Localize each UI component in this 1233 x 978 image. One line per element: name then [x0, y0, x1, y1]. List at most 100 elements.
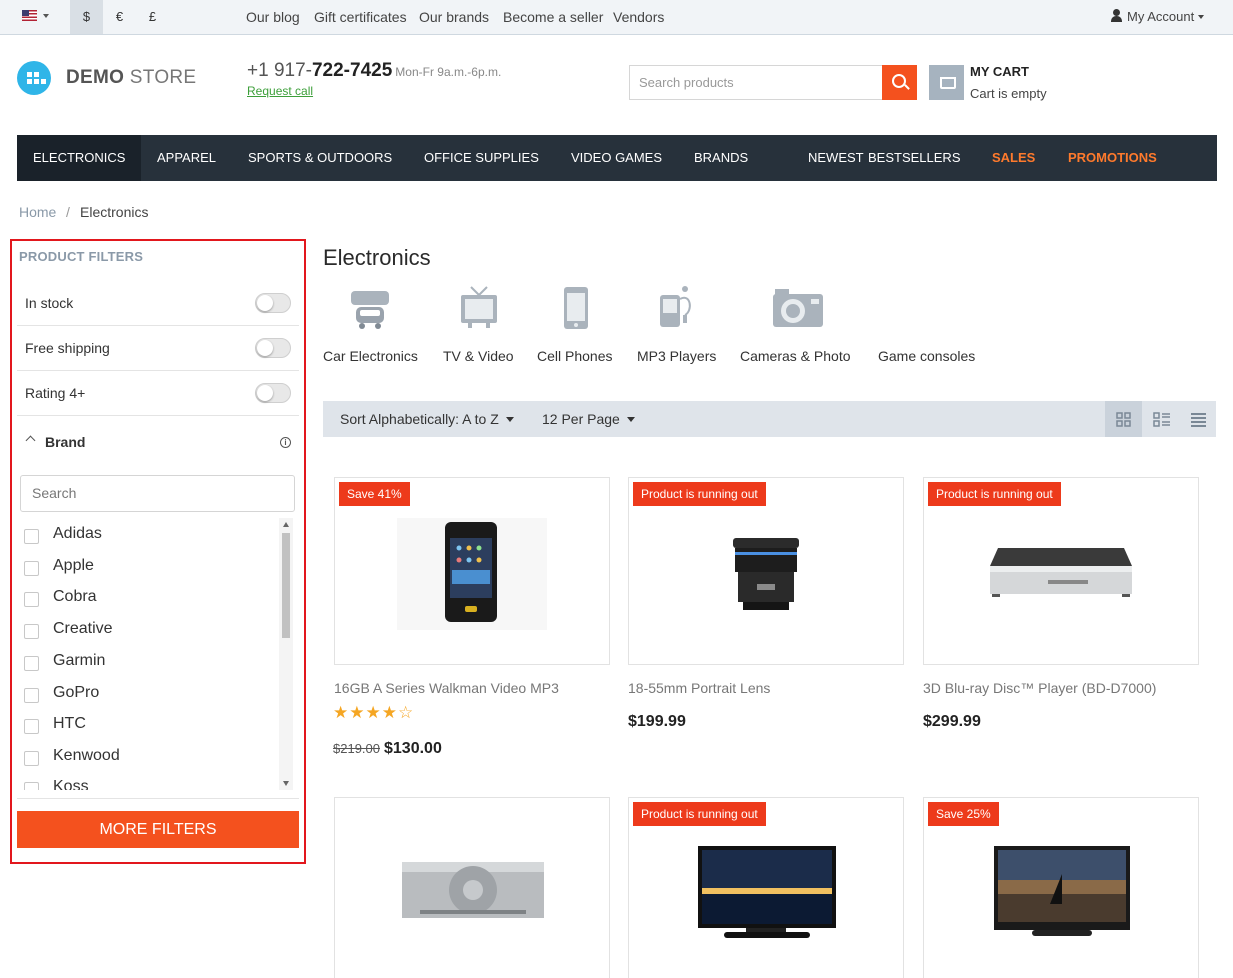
- compact-list-icon: [1191, 413, 1206, 427]
- checkbox[interactable]: [24, 592, 39, 607]
- product-card[interactable]: Save 25%: [923, 797, 1199, 978]
- category-mp3-players[interactable]: [657, 285, 697, 334]
- currency-usd[interactable]: $: [70, 0, 103, 34]
- checkbox[interactable]: [24, 719, 39, 734]
- product-card[interactable]: Product is running out: [628, 797, 904, 978]
- stock-badge: Product is running out: [633, 482, 766, 506]
- old-price: $219.00: [333, 741, 380, 756]
- rating-toggle[interactable]: [255, 383, 291, 403]
- filter-label: Free shipping: [25, 340, 110, 356]
- my-account-menu[interactable]: My Account: [1110, 9, 1205, 24]
- product-card[interactable]: Product is running out: [628, 477, 904, 665]
- category-car-electronics[interactable]: [345, 285, 395, 334]
- brand-search-input[interactable]: Search: [20, 475, 295, 512]
- category-label[interactable]: MP3 Players: [637, 348, 716, 364]
- menu-sales[interactable]: SALES: [976, 135, 1051, 181]
- breadcrumb-home[interactable]: Home: [19, 204, 56, 220]
- user-icon: [1110, 9, 1123, 22]
- category-label[interactable]: Cell Phones: [537, 348, 613, 364]
- menu-apparel[interactable]: APPAREL: [141, 135, 232, 181]
- scroll-up-icon[interactable]: [283, 522, 289, 527]
- product-name[interactable]: 16GB A Series Walkman Video MP3: [334, 680, 559, 696]
- category-cell-phones[interactable]: [562, 285, 590, 334]
- search-button[interactable]: [882, 65, 917, 100]
- product-name[interactable]: 18-55mm Portrait Lens: [628, 680, 770, 696]
- list-view-button[interactable]: [1143, 401, 1180, 437]
- more-filters-button[interactable]: MORE FILTERS: [17, 811, 299, 848]
- brand-filter-header[interactable]: Brand i: [17, 417, 299, 467]
- product-card[interactable]: [334, 797, 610, 978]
- store-logo-icon[interactable]: [17, 61, 51, 95]
- product-image-tv-sunset[interactable]: [992, 844, 1132, 940]
- link-brands[interactable]: Our brands: [419, 9, 489, 25]
- car-electronics-icon: [351, 291, 389, 329]
- cart-title[interactable]: MY CART: [970, 64, 1029, 79]
- rating-stars: ★★★★☆: [333, 703, 415, 722]
- us-flag-icon[interactable]: [22, 10, 37, 21]
- brand-list-scrollbar[interactable]: [279, 518, 293, 790]
- checkbox[interactable]: [24, 688, 39, 703]
- currency-gbp[interactable]: £: [136, 0, 169, 34]
- main-menu: ELECTRONICS APPAREL SPORTS & OUTDOORS OF…: [17, 135, 1217, 181]
- checkbox[interactable]: [24, 751, 39, 766]
- grid-view-icon: [1116, 412, 1131, 427]
- sort-bar: Sort Alphabetically: A to Z 12 Per Page: [323, 401, 1216, 437]
- per-page-dropdown[interactable]: 12 Per Page: [542, 411, 635, 427]
- checkbox[interactable]: [24, 656, 39, 671]
- menu-video-games[interactable]: VIDEO GAMES: [555, 135, 678, 181]
- checkbox[interactable]: [24, 782, 39, 790]
- link-gift-certificates[interactable]: Gift certificates: [314, 9, 407, 25]
- currency-eur[interactable]: €: [103, 0, 136, 34]
- scrollbar-thumb[interactable]: [282, 533, 290, 638]
- sort-dropdown[interactable]: Sort Alphabetically: A to Z: [340, 411, 514, 427]
- filter-label: In stock: [25, 295, 74, 311]
- product-image-bluray[interactable]: [988, 544, 1134, 600]
- in-stock-toggle[interactable]: [255, 293, 291, 313]
- product-image-tv[interactable]: [696, 844, 838, 940]
- product-card[interactable]: Product is running out: [923, 477, 1199, 665]
- search-input[interactable]: Search products: [629, 65, 882, 100]
- menu-sports-outdoors[interactable]: SPORTS & OUTDOORS: [232, 135, 408, 181]
- brand-list: Adidas Apple Cobra Creative Garmin GoPro…: [20, 518, 295, 790]
- menu-bestsellers[interactable]: BESTSELLERS: [852, 135, 977, 181]
- link-become-seller[interactable]: Become a seller: [503, 9, 603, 25]
- filter-free-shipping[interactable]: Free shipping: [17, 326, 299, 371]
- menu-brands[interactable]: BRANDS: [678, 135, 764, 181]
- menu-electronics[interactable]: ELECTRONICS: [17, 135, 142, 181]
- store-logo-text[interactable]: DEMO STORE: [66, 67, 196, 89]
- chevron-up-icon: [25, 435, 36, 446]
- category-game-consoles[interactable]: Game consoles: [878, 348, 975, 364]
- product-image-walkman[interactable]: [397, 518, 547, 630]
- filter-rating[interactable]: Rating 4+: [17, 371, 299, 416]
- cart-status: Cart is empty: [970, 86, 1047, 101]
- compact-view-button[interactable]: [1180, 401, 1217, 437]
- scroll-down-icon[interactable]: [283, 781, 289, 786]
- category-label[interactable]: Cameras & Photo: [740, 348, 851, 364]
- link-blog[interactable]: Our blog: [246, 9, 300, 25]
- category-label[interactable]: TV & Video: [443, 348, 514, 364]
- grid-view-button[interactable]: [1105, 401, 1142, 437]
- filter-in-stock[interactable]: In stock: [17, 281, 299, 326]
- free-shipping-toggle[interactable]: [255, 338, 291, 358]
- product-image-bluray-silver[interactable]: [400, 858, 546, 922]
- cart-icon[interactable]: [929, 65, 964, 100]
- camera-icon: [773, 289, 823, 327]
- phone-number: +1 917-722-7425 Mon-Fr 9a.m.-6p.m.: [247, 60, 502, 81]
- product-image-lens[interactable]: [725, 534, 807, 616]
- product-price: $219.00 $130.00: [333, 740, 442, 757]
- category-cameras-photo[interactable]: [771, 285, 825, 334]
- checkbox[interactable]: [24, 624, 39, 639]
- product-card[interactable]: Save 41%: [334, 477, 610, 665]
- menu-promotions[interactable]: PROMOTIONS: [1052, 135, 1173, 181]
- category-label[interactable]: Car Electronics: [323, 348, 418, 364]
- menu-office-supplies[interactable]: OFFICE SUPPLIES: [408, 135, 555, 181]
- link-vendors[interactable]: Vendors: [613, 9, 664, 25]
- product-name[interactable]: 3D Blu-ray Disc™ Player (BD-D7000): [923, 680, 1156, 696]
- info-icon[interactable]: i: [280, 437, 291, 448]
- language-dropdown-caret-icon[interactable]: [43, 14, 49, 18]
- category-tv-video[interactable]: [458, 285, 500, 334]
- breadcrumb-current: Electronics: [80, 204, 149, 220]
- checkbox[interactable]: [24, 529, 39, 544]
- checkbox[interactable]: [24, 561, 39, 576]
- request-call-link[interactable]: Request call: [247, 84, 313, 98]
